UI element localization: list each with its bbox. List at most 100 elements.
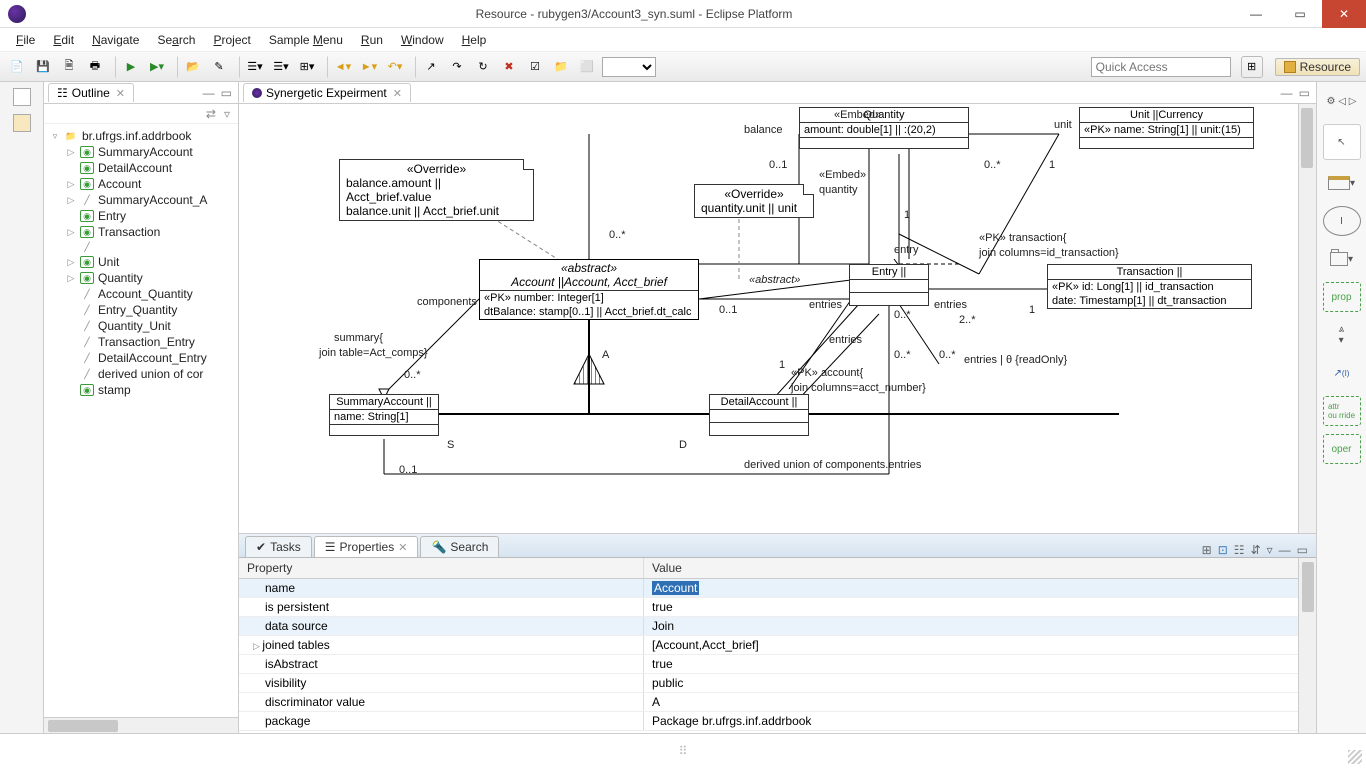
fwd-button[interactable]: ►▾	[358, 56, 380, 78]
tool-icon[interactable]: ☷	[1234, 543, 1245, 557]
tree-item[interactable]: ╱	[44, 240, 238, 254]
dependency-tool[interactable]: ↗(I)	[1323, 358, 1361, 388]
tree-item[interactable]: ╱Account_Quantity	[44, 286, 238, 302]
delete-button[interactable]: ✖	[498, 56, 520, 78]
print-button[interactable]: 🖶	[84, 56, 106, 78]
property-row[interactable]: data sourceJoin	[239, 617, 1298, 636]
minimize-icon[interactable]: —	[1279, 543, 1291, 557]
property-row[interactable]: is persistenttrue	[239, 598, 1298, 617]
palette-nav[interactable]: ⚙ ◁ ▷	[1323, 86, 1361, 116]
menu-file[interactable]: File	[8, 31, 43, 49]
tree-item[interactable]: ╱Entry_Quantity	[44, 302, 238, 318]
stop-button[interactable]: ⬜	[576, 56, 598, 78]
menu-help[interactable]: Help	[454, 31, 495, 49]
property-row[interactable]: ▷ joined tables[Account,Acct_brief]	[239, 636, 1298, 655]
property-row[interactable]: isAbstracttrue	[239, 655, 1298, 674]
class-unit[interactable]: Unit ||Currency «PK» name: String[1] || …	[1079, 107, 1254, 149]
menu-edit[interactable]: Edit	[45, 31, 82, 49]
tree-item[interactable]: ▷╱SummaryAccount_A	[44, 192, 238, 208]
menu-window[interactable]: Window	[393, 31, 452, 49]
folder-button[interactable]: 📁	[550, 56, 572, 78]
run-ext-button[interactable]: ▶▾	[146, 56, 168, 78]
task-button[interactable]: ☑	[524, 56, 546, 78]
diagram-canvas[interactable]: «Override» balance.amount || Acct_brief.…	[239, 104, 1298, 533]
properties-table[interactable]: PropertyValue nameAccountis persistenttr…	[239, 558, 1298, 733]
outline-tree[interactable]: ▿📁br.ufrgs.inf.addrbook ▷◉SummaryAccount…	[44, 124, 238, 717]
nav3-button[interactable]: ⊞▾	[296, 56, 318, 78]
minimize-icon[interactable]: —	[1281, 86, 1293, 100]
tree-item[interactable]: ╱Transaction_Entry	[44, 334, 238, 350]
resize-grip[interactable]	[1348, 750, 1362, 764]
menu-icon[interactable]: ▿	[224, 107, 230, 121]
property-row[interactable]: discriminator valueA	[239, 693, 1298, 712]
close-button[interactable]: ✕	[1322, 0, 1366, 28]
tab-search[interactable]: 🔦Search	[420, 536, 499, 557]
class-tool[interactable]: ▾	[1323, 168, 1361, 198]
quick-access-input[interactable]	[1091, 57, 1231, 77]
canvas-vscrollbar[interactable]	[1298, 104, 1316, 533]
tree-item[interactable]: ◉Entry	[44, 208, 238, 224]
tool-icon[interactable]: ⊞	[1202, 543, 1212, 557]
tree-item[interactable]: ╱Quantity_Unit	[44, 318, 238, 334]
menu-search[interactable]: Search	[149, 31, 203, 49]
tab-tasks[interactable]: ✔Tasks	[245, 536, 312, 557]
note-override-balance[interactable]: «Override» balance.amount || Acct_brief.…	[339, 159, 534, 221]
tree-item[interactable]: ╱DetailAccount_Entry	[44, 350, 238, 366]
maximize-button[interactable]: ▭	[1278, 0, 1322, 28]
tree-item[interactable]: ▷◉SummaryAccount	[44, 144, 238, 160]
maximize-icon[interactable]: ▭	[1297, 543, 1308, 557]
tree-item[interactable]: ◉DetailAccount	[44, 160, 238, 176]
undo-button[interactable]: ↶▾	[384, 56, 406, 78]
class-detail-account[interactable]: DetailAccount ||	[709, 394, 809, 436]
run-button[interactable]: ▶	[120, 56, 142, 78]
menu-project[interactable]: Project	[205, 31, 258, 49]
class-transaction[interactable]: Transaction || «PK» id: Long[1] || id_tr…	[1047, 264, 1252, 309]
tree-item[interactable]: ▷◉Account	[44, 176, 238, 192]
package-tool[interactable]: ▾	[1323, 244, 1361, 274]
select-tool[interactable]: ↖	[1323, 124, 1361, 160]
refresh-button[interactable]: ↻	[472, 56, 494, 78]
up-button[interactable]: ↗	[420, 56, 442, 78]
combo[interactable]	[602, 57, 656, 77]
class-entry[interactable]: Entry ||	[849, 264, 929, 306]
maximize-icon[interactable]: ▭	[221, 86, 232, 100]
prop-tool[interactable]: prop	[1323, 282, 1361, 312]
menu-sample[interactable]: Sample Menu	[261, 31, 351, 49]
minimize-icon[interactable]: —	[203, 86, 215, 100]
tree-item[interactable]: ▷◉Transaction	[44, 224, 238, 240]
tree-root[interactable]: ▿📁br.ufrgs.inf.addrbook	[44, 128, 238, 144]
close-icon[interactable]: ✕	[393, 87, 402, 100]
class-account[interactable]: «abstract»Account ||Account, Acct_brief …	[479, 259, 699, 320]
attr-override-tool[interactable]: attrou rride	[1323, 396, 1361, 426]
tool-icon[interactable]: ⊡	[1218, 543, 1228, 557]
tree-item[interactable]: ▷◉Quantity	[44, 270, 238, 286]
redo-button[interactable]: ↷	[446, 56, 468, 78]
navigator-icon[interactable]	[13, 114, 31, 132]
edit-button[interactable]: ✎	[208, 56, 230, 78]
back-button[interactable]: ◄▾	[332, 56, 354, 78]
property-row[interactable]: nameAccount	[239, 579, 1298, 598]
save-all-button[interactable]: 🗎	[58, 56, 80, 78]
menu-icon[interactable]: ▿	[1267, 543, 1273, 557]
nav-button[interactable]: ☰▾	[244, 56, 266, 78]
column-header[interactable]: Value	[644, 558, 1298, 578]
project-explorer-icon[interactable]	[13, 88, 31, 106]
save-button[interactable]: 💾	[32, 56, 54, 78]
property-row[interactable]: packagePackage br.ufrgs.inf.addrbook	[239, 712, 1298, 731]
note-override-quantity[interactable]: «Override» quantity.unit || unit	[694, 184, 814, 218]
props-vscrollbar[interactable]	[1298, 558, 1316, 733]
class-summary-account[interactable]: SummaryAccount || name: String[1]	[329, 394, 439, 436]
outline-hscrollbar[interactable]	[44, 717, 238, 733]
maximize-icon[interactable]: ▭	[1299, 86, 1310, 100]
nav2-button[interactable]: ☰▾	[270, 56, 292, 78]
tree-item[interactable]: ╱derived union of cor	[44, 366, 238, 382]
minimize-button[interactable]: —	[1234, 0, 1278, 28]
sash-handle[interactable]: ⠿	[679, 744, 688, 758]
property-row[interactable]: visibilitypublic	[239, 674, 1298, 693]
menu-navigate[interactable]: Navigate	[84, 31, 147, 49]
tab-properties[interactable]: ☰Properties✕	[314, 536, 419, 557]
close-icon[interactable]: ✕	[116, 87, 125, 100]
menu-run[interactable]: Run	[353, 31, 391, 49]
open-button[interactable]: 📂	[182, 56, 204, 78]
link-icon[interactable]: ⇄	[206, 107, 216, 121]
